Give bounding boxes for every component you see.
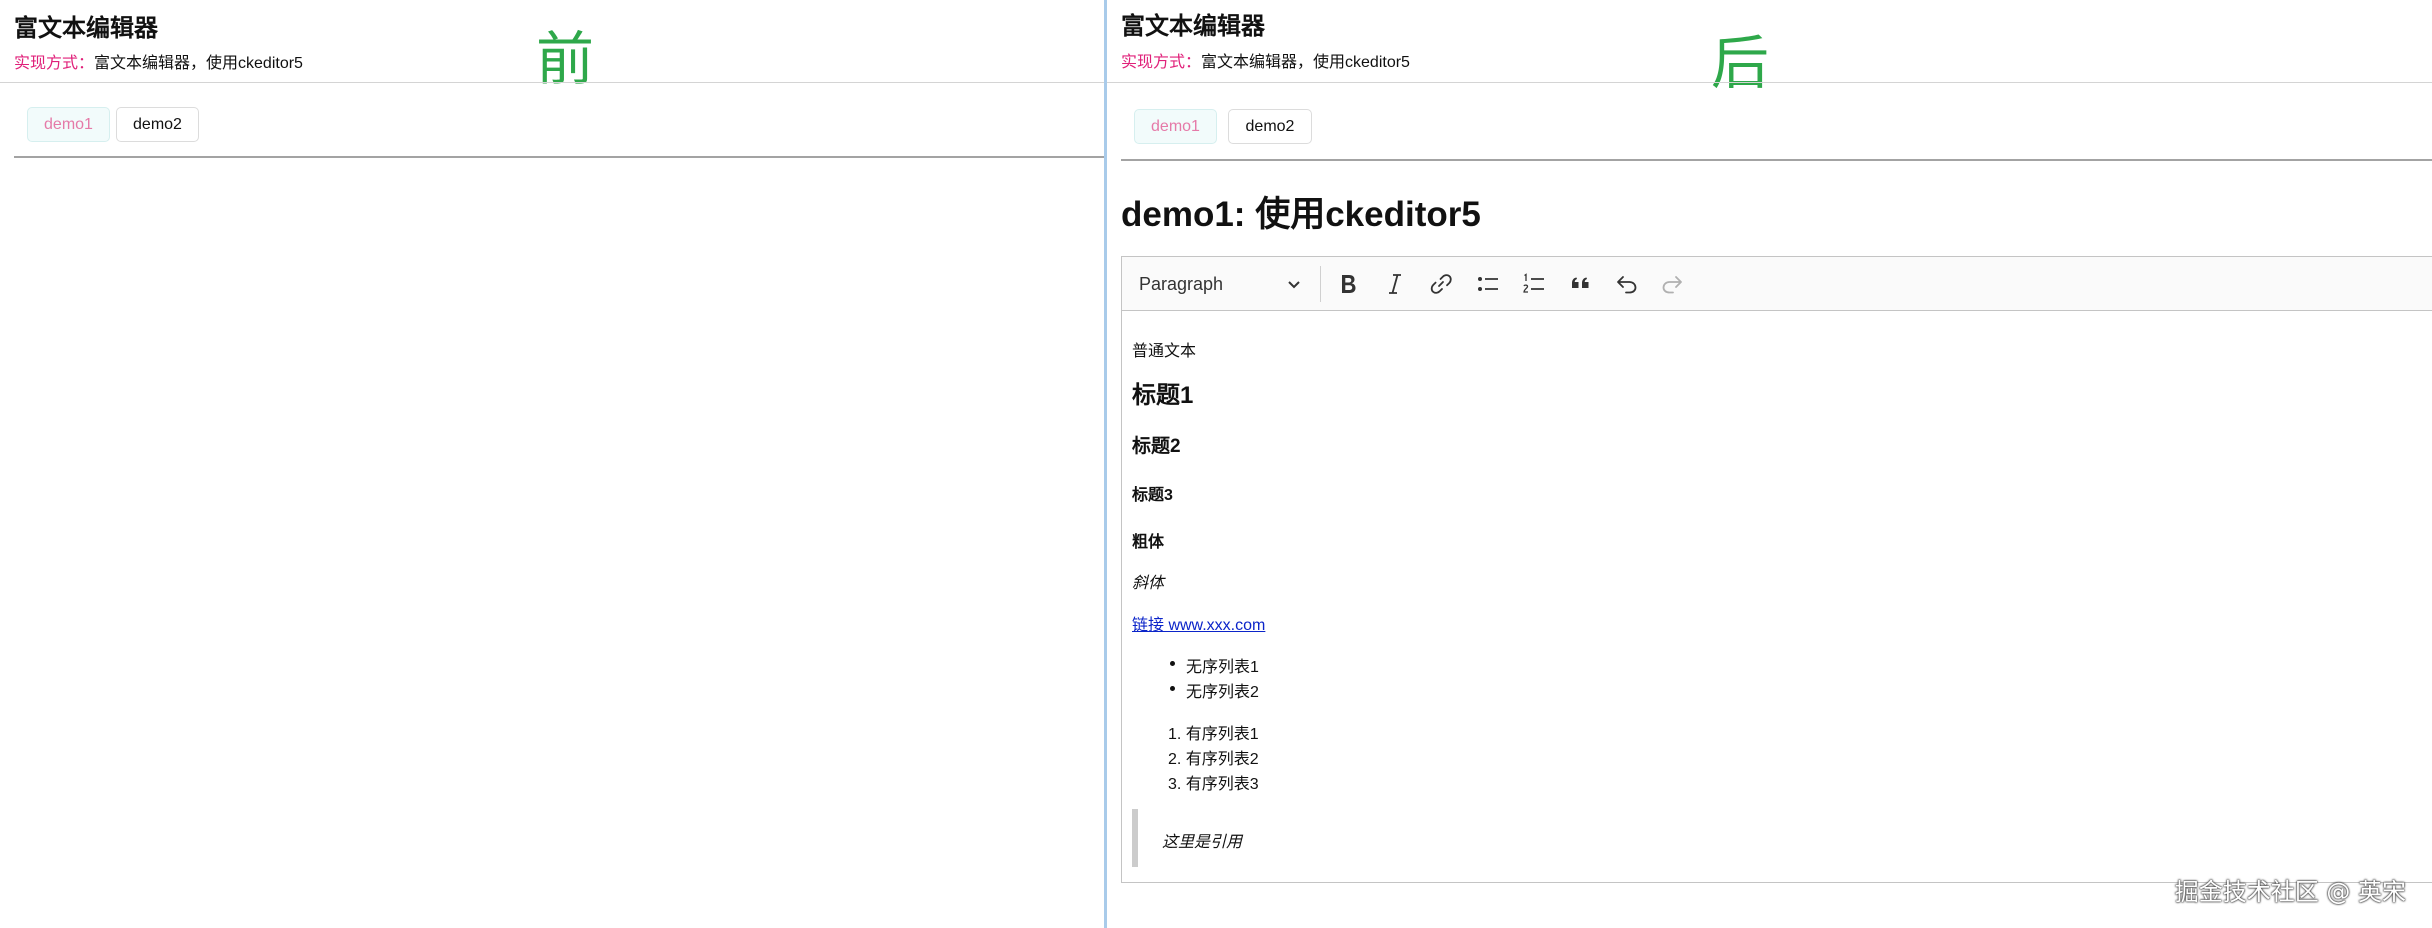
numbered-list-button[interactable] [1517,267,1551,301]
demo-heading: demo1: 使用ckeditor5 [1121,195,1481,234]
ordered-list-item: 1. 有序列表1 [1168,726,1259,743]
numbered-list-icon [1523,273,1544,293]
ordered-list-item: 2. 有序列表2 [1168,751,1259,768]
italic-button[interactable] [1378,267,1412,301]
link-button[interactable] [1424,267,1458,301]
italic-text: 斜体 [1132,575,1165,592]
blockquote-icon [1572,277,1589,288]
heading-select-value: Paragraph [1139,273,1224,294]
tab-demo2[interactable]: demo2 [116,107,199,142]
redo-button[interactable] [1655,267,1689,301]
paragraph-text: 普通文本 [1132,343,1197,360]
implementation-line: 实现方式：富文本编辑器，使用ckeditor5 [14,49,303,73]
watermark: 掘金技术社区 @ 英宋 [2174,878,2406,906]
blockquote-text: 这里是引用 [1162,834,1243,851]
implementation-value: 富文本编辑器，使用ckeditor5 [94,55,303,72]
before-marker: 前 [536,25,595,93]
toolbar-separator [1320,266,1321,302]
page-title: 富文本编辑器 [1121,13,1265,40]
implementation-line: 实现方式：富文本编辑器，使用ckeditor5 [1121,48,1410,72]
header-divider [1107,82,2432,83]
implementation-label: 实现方式： [14,55,95,72]
heading-3-text: 标题3 [1132,487,1173,504]
bulleted-list-icon [1478,277,1498,291]
after-marker: 后 [1711,29,1770,97]
bold-text: 粗体 [1132,534,1165,551]
tab-demo1[interactable]: demo1 [1134,109,1217,144]
undo-button[interactable] [1610,267,1644,301]
unordered-list-item: 无序列表2 [1170,678,1259,702]
italic-icon [1389,274,1401,294]
ordered-list-item: 3. 有序列表3 [1168,776,1259,793]
undo-icon [1617,276,1637,294]
implementation-value: 富文本编辑器，使用ckeditor5 [1201,54,1410,71]
editor-content[interactable] [1122,311,2432,882]
tabs-divider [1121,159,2432,161]
link-text[interactable]: 链接 www.xxx.com [1132,611,1265,635]
bold-button[interactable] [1331,267,1365,301]
bold-icon [1342,275,1356,293]
tab-demo1[interactable]: demo1 [27,107,110,142]
editor-toolbar: Paragraph [1122,257,2432,311]
heading-select[interactable]: Paragraph [1128,265,1312,303]
heading-2-text: 标题2 [1132,436,1181,457]
redo-icon [1662,276,1682,294]
chevron-down-icon [1288,281,1300,289]
page-title: 富文本编辑器 [14,15,158,42]
link-icon [1430,274,1452,294]
before-pane: 富文本编辑器 实现方式：富文本编辑器，使用ckeditor5 前 demo1 d… [0,0,1104,928]
after-pane: 富文本编辑器 实现方式：富文本编辑器，使用ckeditor5 后 demo1 d… [1107,0,2432,928]
tabs-divider [14,156,1104,158]
blockquote: 这里是引用 [1132,809,1732,867]
heading-1-text: 标题1 [1132,382,1194,409]
unordered-list-item: 无序列表1 [1170,653,1259,677]
rich-text-editor: Paragraph 普通文本 标题1 标题2 标题3 粗体 斜体 链接 www.… [1121,256,2432,883]
implementation-label: 实现方式： [1121,54,1202,71]
tab-demo2[interactable]: demo2 [1228,109,1312,144]
bulleted-list-button[interactable] [1471,267,1505,301]
header-divider [0,82,1104,83]
blockquote-button[interactable] [1564,267,1598,301]
